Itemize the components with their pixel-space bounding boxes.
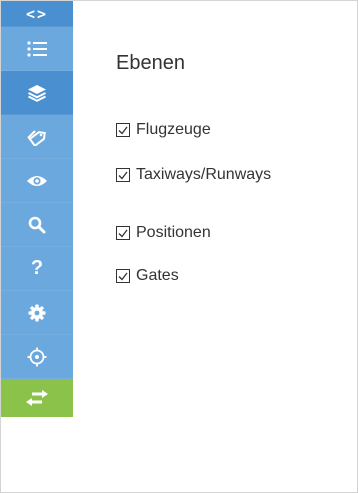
sidebar-item-search[interactable] — [1, 203, 73, 247]
sidebar-item-settings[interactable] — [1, 291, 73, 335]
checkmark-icon — [118, 126, 128, 134]
sidebar-item-list[interactable] — [1, 27, 73, 71]
search-icon — [28, 216, 46, 233]
sidebar-item-tags[interactable] — [1, 115, 73, 159]
sidebar-item-swap[interactable] — [1, 379, 73, 417]
sidebar-item-collapse[interactable]: <> — [1, 1, 73, 27]
checkbox[interactable] — [116, 269, 130, 283]
layer-toggle-flugzeuge[interactable]: Flugzeuge — [116, 121, 211, 139]
gear-icon — [28, 304, 46, 321]
sidebar-item-help[interactable]: ? — [1, 247, 73, 291]
checkbox[interactable] — [116, 226, 130, 240]
layer-toggle-gates[interactable]: Gates — [116, 267, 179, 285]
layers-panel: Ebenen Flugzeuge Taxiways/Runways Positi… — [73, 1, 357, 492]
layer-label: Flugzeuge — [136, 121, 211, 138]
layer-toggle-taxiways-runways[interactable]: Taxiways/Runways — [116, 166, 271, 184]
question-icon: ? — [30, 257, 44, 279]
swap-arrows-icon — [26, 390, 48, 406]
layer-toggle-positionen[interactable]: Positionen — [116, 224, 211, 242]
layer-label: Taxiways/Runways — [136, 166, 272, 183]
checkmark-icon — [118, 229, 128, 237]
eye-icon — [27, 175, 47, 186]
list-icon — [27, 40, 47, 57]
sidebar-item-visibility[interactable] — [1, 159, 73, 203]
layer-label: Positionen — [136, 224, 211, 241]
checkmark-icon — [118, 171, 128, 179]
layer-label: Gates — [136, 267, 179, 284]
app-frame: <> ? Ebenen Flugzeuge Taxiways/Runways P… — [0, 0, 358, 493]
checkbox[interactable] — [116, 168, 130, 182]
sidebar: <> ? — [1, 1, 73, 492]
checkmark-icon — [118, 272, 128, 280]
code-chevrons-icon: <> — [25, 4, 49, 23]
panel-title: Ebenen — [116, 52, 185, 74]
checkbox[interactable] — [116, 123, 130, 137]
sidebar-item-layers[interactable] — [1, 71, 73, 115]
sidebar-item-locate[interactable] — [1, 335, 73, 379]
tag-icon — [27, 129, 46, 146]
crosshair-icon — [27, 347, 47, 366]
layers-icon — [28, 84, 46, 102]
